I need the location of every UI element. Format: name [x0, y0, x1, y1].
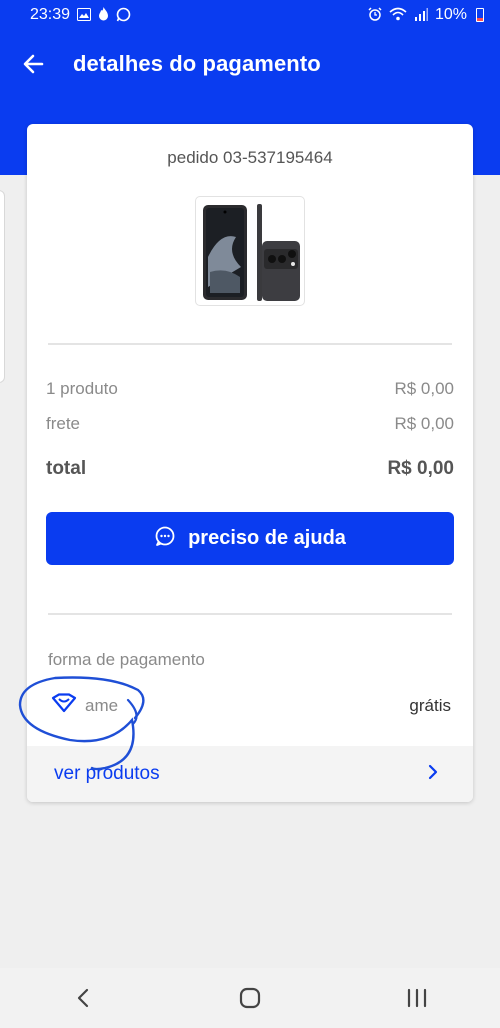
products-value: R$ 0,00 [394, 379, 454, 398]
status-bar: 23:39 10% [0, 0, 500, 30]
flame-notification-icon [98, 7, 109, 23]
nav-back-icon[interactable] [53, 978, 113, 1018]
payment-section-title: forma de pagamento [48, 650, 205, 669]
total-value: R$ 0,00 [387, 458, 454, 479]
chevron-right-icon [427, 764, 439, 785]
nav-home-icon[interactable] [220, 978, 280, 1018]
battery-icon [476, 8, 484, 22]
page-title: detalhes do pagamento [73, 51, 321, 76]
payment-method-label: ame [85, 695, 119, 715]
payment-method: ame [51, 693, 118, 718]
signal-icon [414, 7, 428, 23]
gallery-notification-icon [77, 7, 92, 23]
payment-price: grátis [409, 696, 451, 715]
divider [48, 613, 452, 615]
summary-row-products: 1 produto R$ 0,00 [46, 379, 454, 399]
order-details-card: pedido 03-537195464 1 produto R$ 0,00 fr… [27, 124, 473, 802]
product-image[interactable] [195, 196, 305, 306]
view-products-label: ver produtos [54, 763, 160, 784]
total-label: total [46, 458, 87, 479]
divider [48, 343, 452, 345]
whatsapp-notification-icon [116, 7, 131, 24]
help-button-label: preciso de ajuda [188, 527, 346, 549]
view-products-link[interactable]: ver produtos [27, 746, 473, 802]
battery-percent: 10% [434, 6, 467, 23]
status-time: 23:39 [30, 6, 71, 23]
alarm-icon [368, 7, 382, 23]
adjacent-card-edge [0, 190, 5, 383]
system-nav-bar [0, 968, 500, 1028]
products-label: 1 produto [46, 379, 118, 398]
help-button[interactable]: preciso de ajuda [46, 512, 454, 565]
nav-recents-icon[interactable] [387, 978, 447, 1018]
back-arrow-icon[interactable] [20, 50, 48, 78]
status-left: 23:39 [30, 6, 131, 24]
order-id: pedido 03-537195464 [167, 148, 333, 167]
shipping-value: R$ 0,00 [394, 414, 454, 433]
wifi-icon [389, 7, 407, 23]
chat-bubble-icon [154, 525, 176, 553]
shipping-label: frete [46, 414, 81, 433]
summary-row-total: total R$ 0,00 [46, 458, 454, 480]
status-right: 10% [368, 6, 484, 24]
summary-row-shipping: frete R$ 0,00 [46, 414, 454, 434]
ame-heart-icon [51, 693, 77, 718]
